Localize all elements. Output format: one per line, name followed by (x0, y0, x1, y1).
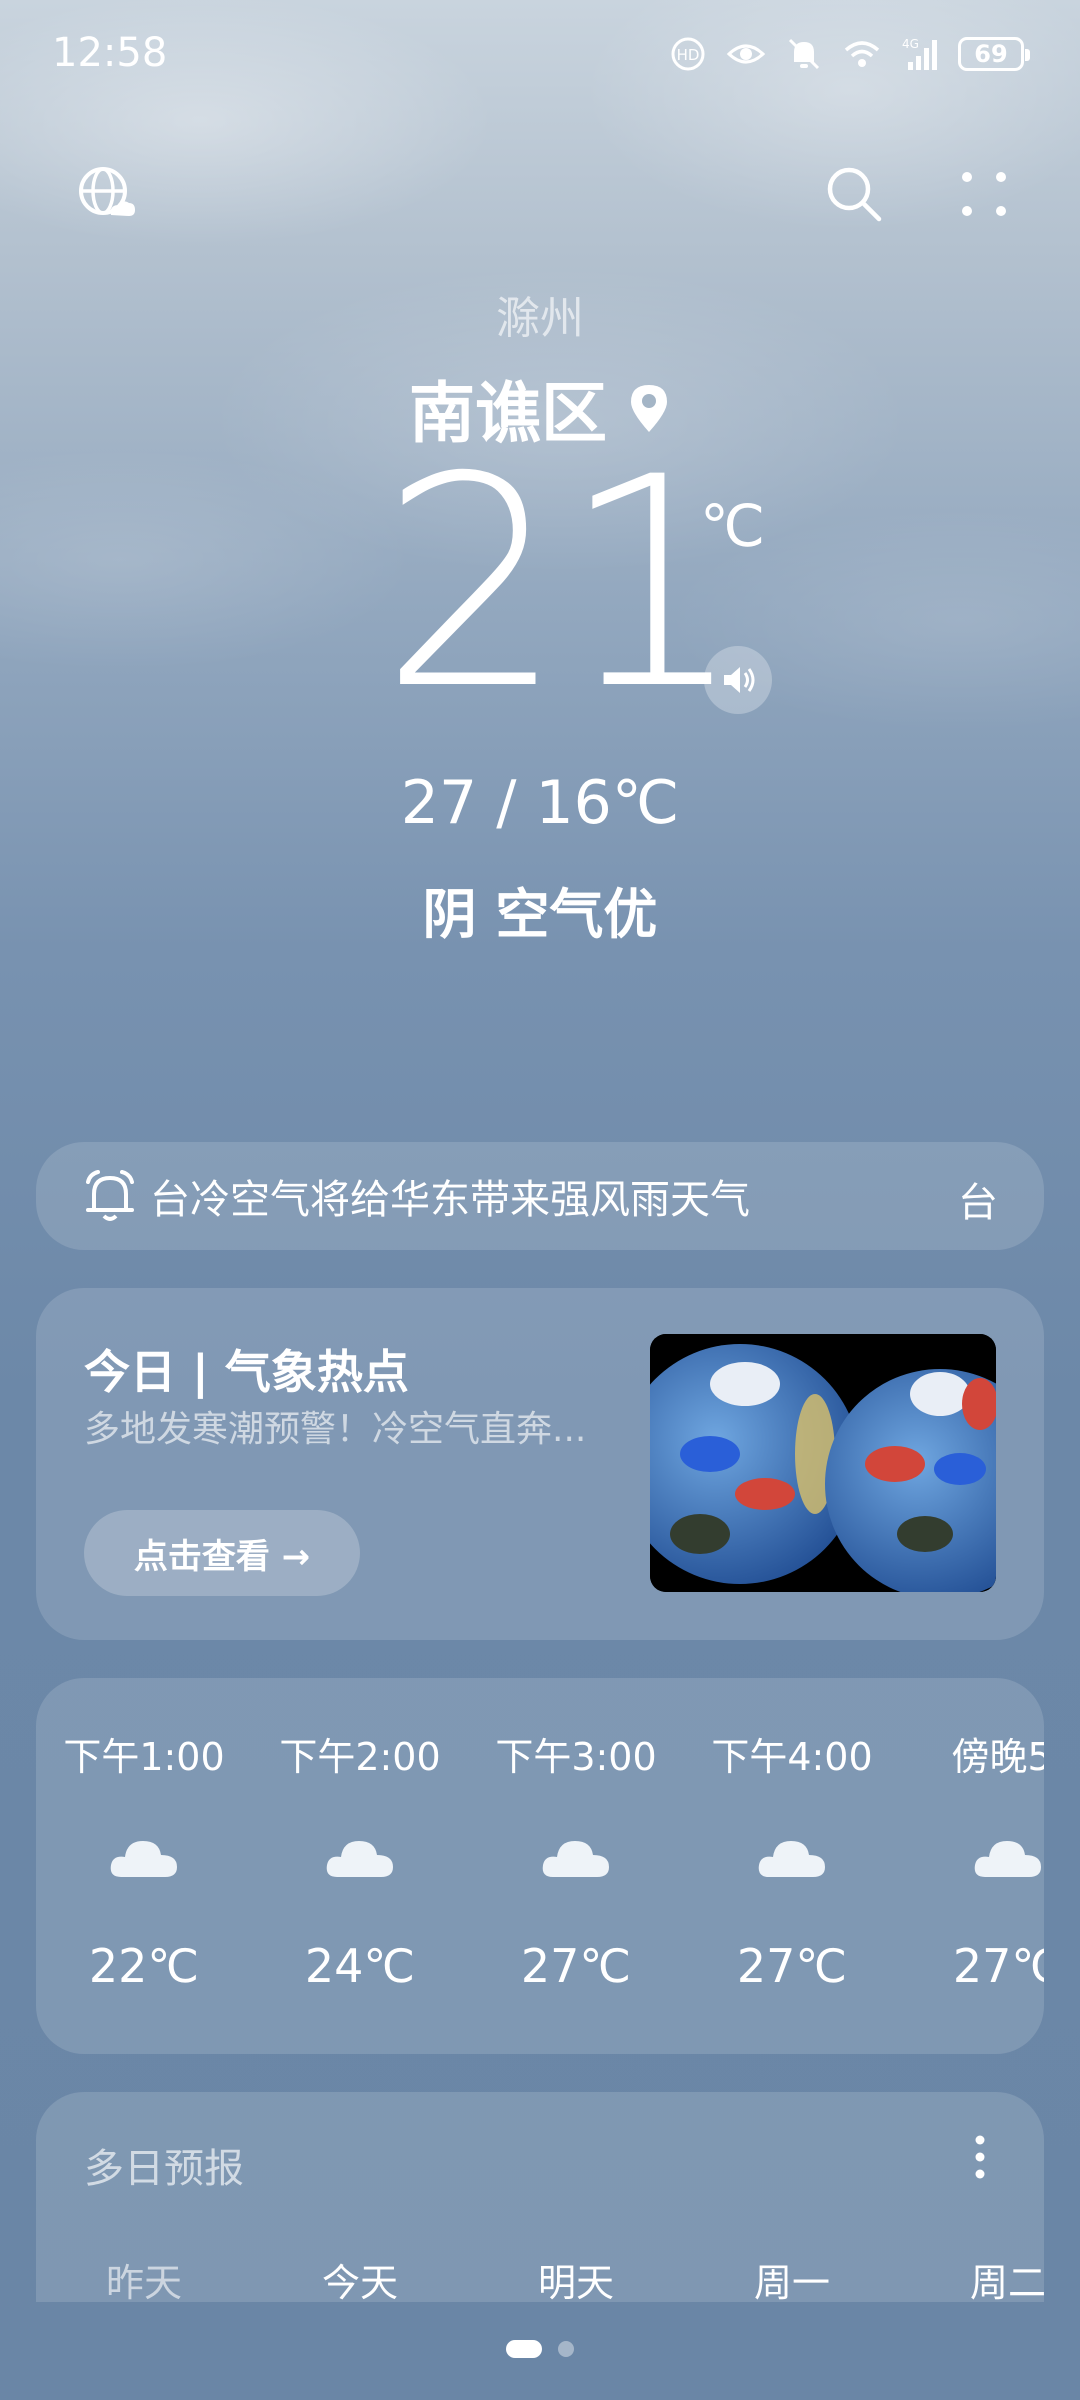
hour-time: 傍晚5: (951, 1735, 1045, 1779)
hour-item: 下午1:00 22℃ (44, 1726, 244, 1993)
alert-text-next: 台 (958, 1180, 998, 1226)
day-label-monday[interactable]: 周一 (692, 2252, 892, 2302)
status-bar: 12:58 HD 4G 69 (0, 0, 1080, 110)
hour-temperature: 27℃ (736, 1939, 848, 1993)
status-icons: HD 4G 69 (668, 34, 1030, 74)
hourly-forecast-card[interactable]: 下午1:00 22℃ 下午2:00 24℃ 下午3:00 27℃ 下午4:00 … (36, 1678, 1044, 2054)
daily-forecast-card[interactable]: 多日预报 昨天 今天 明天 周一 周二 (36, 2092, 1044, 2302)
hour-item: 傍晚5: 27℃ (908, 1726, 1045, 1993)
current-temperature: 21 (380, 416, 745, 753)
globe-illustration (650, 1334, 996, 1592)
voice-broadcast-button[interactable] (704, 646, 772, 714)
more-vertical-icon[interactable] (960, 2132, 1000, 2182)
cloud-icon (326, 1841, 393, 1877)
eye-icon (726, 44, 766, 64)
cloud-icon (758, 1841, 825, 1877)
hour-item: 下午2:00 24℃ (260, 1726, 460, 1993)
hotspot-globe-image[interactable] (650, 1334, 996, 1592)
cloud-icon (542, 1841, 609, 1877)
cloud-icon (110, 1841, 177, 1877)
alarm-bell-icon (86, 1170, 134, 1221)
speaker-icon (724, 667, 755, 693)
battery-icon: 69 (958, 37, 1030, 71)
svg-text:HD: HD (677, 46, 700, 64)
hour-time: 下午4:00 (711, 1735, 873, 1779)
hour-temperature: 22℃ (88, 1939, 200, 1993)
alert-text: 台冷空气将给华东带来强风雨天气 (150, 1177, 750, 1223)
hour-temperature: 27℃ (520, 1939, 632, 1993)
weather-hotspot-card[interactable]: 今日 | 气象热点 多地发寒潮预警！冷空气直奔... 点击查看 → (36, 1288, 1044, 1640)
globe-cloud-icon (79, 167, 135, 216)
day-label-tuesday[interactable]: 周二 (908, 2252, 1044, 2302)
search-icon (827, 167, 882, 222)
daily-forecast-title: 多日预报 (84, 2146, 244, 2192)
more-options-button[interactable] (944, 154, 1024, 234)
hour-temperature: 27℃ (952, 1939, 1044, 1993)
hour-temperature: 24℃ (304, 1939, 416, 1993)
cloud-icon (974, 1841, 1041, 1877)
weather-alert-banner[interactable]: 台冷空气将给华东带来强风雨天气 台 (36, 1142, 1044, 1250)
four-dots-icon (962, 172, 1006, 216)
wifi-icon (844, 41, 880, 67)
signal-4g-icon: 4G (902, 37, 937, 70)
day-label-today[interactable]: 今天 (260, 2252, 460, 2302)
hotspot-subtitle: 多地发寒潮预警！冷空气直奔... (84, 1409, 587, 1450)
hour-item: 下午3:00 27℃ (476, 1726, 676, 1993)
hour-time: 下午2:00 (279, 1735, 441, 1779)
hour-time: 下午1:00 (63, 1735, 225, 1779)
search-button[interactable] (814, 154, 894, 234)
page-indicator (0, 2340, 1080, 2358)
svg-text:4G: 4G (902, 37, 919, 51)
status-time: 12:58 (52, 30, 168, 76)
view-details-button[interactable]: 点击查看 → (84, 1510, 360, 1596)
hour-item: 下午4:00 27℃ (692, 1726, 892, 1993)
bell-off-icon (788, 38, 820, 70)
city-manage-button[interactable] (66, 154, 146, 234)
day-label-yesterday[interactable]: 昨天 (44, 2252, 244, 2302)
page-dot[interactable] (558, 2341, 574, 2357)
temperature-unit: ℃ (700, 492, 766, 560)
hotspot-title: 今日 | 气象热点 (84, 1345, 409, 1399)
day-label-tomorrow[interactable]: 明天 (476, 2252, 676, 2302)
page-dot-active[interactable] (506, 2340, 542, 2358)
temperature-range: 27 / 16℃ (400, 768, 680, 838)
hour-time: 下午3:00 (495, 1735, 657, 1779)
hd-icon: HD (671, 37, 705, 71)
city-name: 滁州 (496, 293, 584, 344)
weather-condition: 阴 空气优 (422, 883, 658, 946)
